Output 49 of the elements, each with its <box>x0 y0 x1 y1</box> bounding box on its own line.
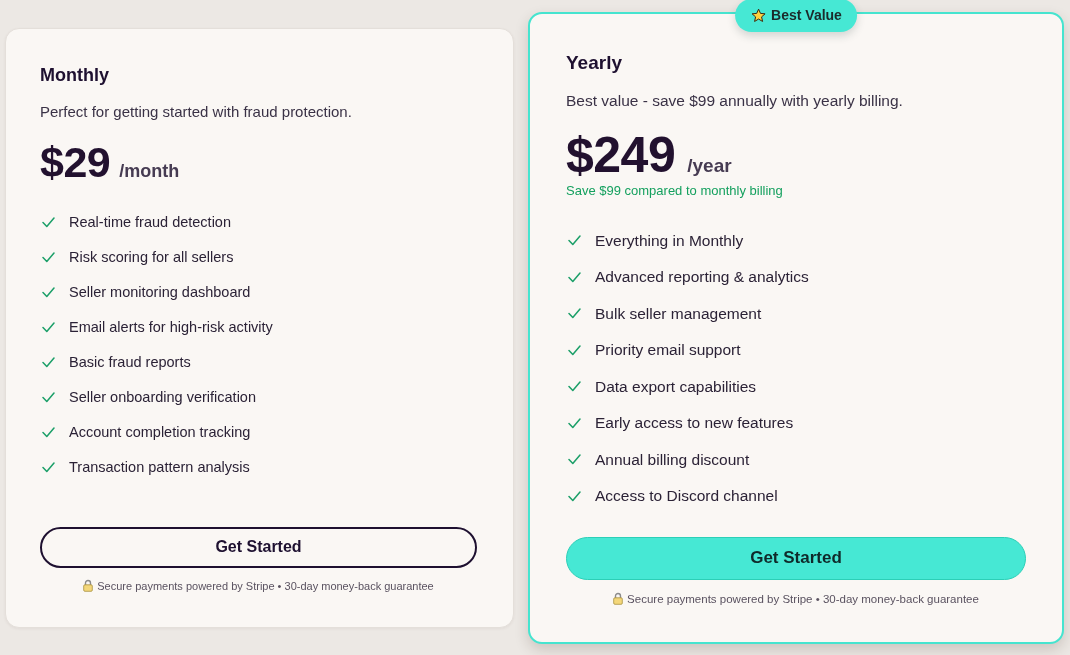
check-icon <box>568 271 581 283</box>
check-icon <box>568 454 581 466</box>
lock-icon <box>613 592 624 605</box>
lock-icon <box>83 579 94 592</box>
plan-price: $29 <box>40 140 111 183</box>
feature-text: Annual billing discount <box>595 450 750 469</box>
check-icon <box>42 251 55 263</box>
check-icon <box>42 321 55 333</box>
feature-text: Seller monitoring dashboard <box>69 284 251 300</box>
plan-description: Best value - save $99 annually with yearly billing. <box>566 90 904 111</box>
check-icon <box>568 490 581 502</box>
feature-text: Data export capabilities <box>595 377 757 396</box>
get-started-button[interactable]: Get Started <box>40 526 477 568</box>
check-icon <box>42 391 55 403</box>
feature-text: Access to Discord channel <box>595 487 778 506</box>
check-icon <box>42 461 55 473</box>
check-icon <box>568 308 581 320</box>
feature-text: Everything in Monthly <box>595 231 744 250</box>
feature-text: Email alerts for high-risk activity <box>69 319 273 335</box>
check-icon <box>568 344 581 356</box>
payment-note: Secure payments powered by Stripe • 30-day money-back guarantee <box>627 591 979 607</box>
billing-period: /month <box>119 160 180 182</box>
feature-text: Priority email support <box>595 341 741 360</box>
check-icon <box>568 235 581 247</box>
feature-text: Risk scoring for all sellers <box>69 249 234 265</box>
feature-text: Real-time fraud detection <box>69 214 231 230</box>
check-icon <box>42 216 55 228</box>
feature-text: Basic fraud reports <box>69 354 191 370</box>
plan-description: Perfect for getting started with fraud protection. <box>40 101 353 122</box>
check-icon <box>42 286 55 298</box>
star-icon <box>751 7 767 23</box>
check-icon <box>568 417 581 429</box>
billing-period: /year <box>687 154 732 177</box>
feature-text: Early access to new features <box>595 414 794 433</box>
plan-price: $249 <box>566 130 676 179</box>
badge-label: Best Value <box>771 7 842 23</box>
feature-text: Advanced reporting & analytics <box>595 268 809 287</box>
check-icon <box>42 356 55 368</box>
feature-text: Transaction pattern analysis <box>69 459 250 475</box>
plan-title: Yearly <box>566 50 623 75</box>
feature-text: Account completion tracking <box>69 424 251 440</box>
feature-text: Bulk seller management <box>595 304 762 323</box>
get-started-button[interactable]: Get Started <box>566 536 1026 580</box>
payment-note: Secure payments powered by Stripe • 30-day money-back guarantee <box>97 578 434 594</box>
feature-text: Seller onboarding verification <box>69 389 256 405</box>
check-icon <box>42 426 55 438</box>
plan-title: Monthly <box>40 63 110 86</box>
check-icon <box>568 381 581 393</box>
savings-note: Save $99 compared to monthly billing <box>566 182 784 199</box>
